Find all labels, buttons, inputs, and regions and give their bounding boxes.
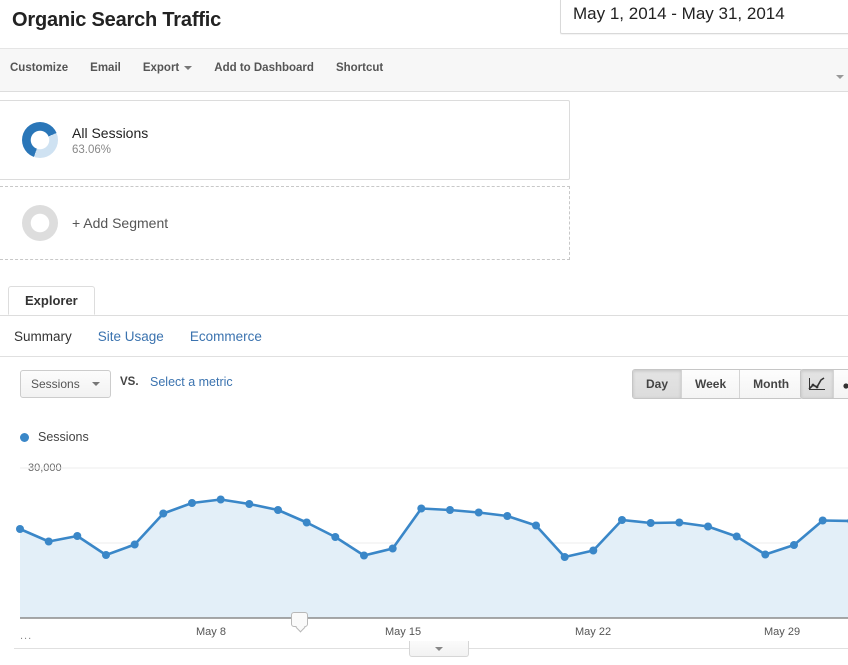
segment-percent: 63.06% bbox=[72, 144, 148, 156]
line-chart-glyph bbox=[808, 377, 826, 391]
data-point[interactable] bbox=[188, 499, 196, 507]
data-point[interactable] bbox=[618, 516, 626, 524]
report-toolbar: Customize Email Export Add to Dashboard … bbox=[0, 48, 848, 92]
tab-explorer[interactable]: Explorer bbox=[8, 286, 95, 315]
date-range-label: May 1, 2014 - May 31, 2014 bbox=[573, 4, 785, 24]
vs-label: VS. bbox=[120, 376, 139, 388]
segment-all-sessions[interactable]: All Sessions 63.06% bbox=[0, 100, 570, 180]
data-point[interactable] bbox=[532, 522, 540, 530]
chevron-down-icon bbox=[836, 75, 844, 79]
x-axis-tick-may-15: May 15 bbox=[385, 626, 421, 638]
line-chart-icon[interactable] bbox=[801, 370, 834, 398]
export-label: Export bbox=[143, 62, 179, 74]
page-title: Organic Search Traffic bbox=[12, 9, 221, 32]
segment-text: All Sessions 63.06% bbox=[72, 124, 148, 157]
data-point[interactable] bbox=[274, 506, 282, 514]
data-point[interactable] bbox=[45, 538, 53, 546]
legend-label-sessions: Sessions bbox=[38, 430, 89, 444]
data-point[interactable] bbox=[503, 512, 511, 520]
subnav-item-ecommerce[interactable]: Ecommerce bbox=[190, 329, 262, 344]
export-button[interactable]: Export bbox=[143, 62, 192, 74]
data-point[interactable] bbox=[733, 533, 741, 541]
chevron-down-icon bbox=[184, 66, 192, 70]
subnav-ecommerce-label: Ecommerce bbox=[190, 329, 262, 344]
data-point[interactable] bbox=[561, 553, 569, 561]
chevron-down-icon bbox=[92, 382, 100, 386]
data-point[interactable] bbox=[102, 551, 110, 559]
toolbar-overflow-button[interactable] bbox=[836, 66, 846, 74]
toolbar-items: Customize Email Export Add to Dashboard … bbox=[10, 62, 383, 74]
chevron-down-icon bbox=[435, 647, 443, 651]
report-subnav: Summary Site Usage Ecommerce bbox=[0, 316, 848, 357]
subnav-item-summary[interactable]: Summary bbox=[14, 329, 72, 344]
data-point[interactable] bbox=[790, 541, 798, 549]
metric-select-dropdown[interactable]: Sessions bbox=[20, 370, 111, 398]
customize-button[interactable]: Customize bbox=[10, 62, 68, 74]
x-axis-tick-may-8: May 8 bbox=[196, 626, 226, 638]
data-point[interactable] bbox=[704, 523, 712, 531]
data-point[interactable] bbox=[331, 533, 339, 541]
data-point[interactable] bbox=[360, 552, 368, 560]
granularity-month-button[interactable]: Month bbox=[740, 370, 802, 398]
subnav-summary-label: Summary bbox=[14, 329, 72, 344]
data-point[interactable] bbox=[417, 505, 425, 513]
add-segment-button[interactable]: + Add Segment bbox=[0, 186, 570, 260]
chart-controls: Sessions VS. Select a metric Day Week Mo… bbox=[0, 357, 848, 413]
x-axis-overflow-ellipsis: ... bbox=[20, 630, 32, 642]
data-point[interactable] bbox=[446, 506, 454, 514]
data-point[interactable] bbox=[389, 545, 397, 553]
chart-type-button-group bbox=[800, 369, 848, 399]
granularity-button-group: Day Week Month bbox=[632, 369, 803, 399]
granularity-week-label: Week bbox=[695, 377, 726, 391]
data-point[interactable] bbox=[131, 541, 139, 549]
granularity-day-label: Day bbox=[646, 377, 668, 391]
email-button[interactable]: Email bbox=[90, 62, 121, 74]
data-point[interactable] bbox=[475, 509, 483, 517]
data-point[interactable] bbox=[647, 519, 655, 527]
subnav-item-site-usage[interactable]: Site Usage bbox=[98, 329, 164, 344]
segment-donut-icon bbox=[22, 122, 58, 158]
shortcut-button[interactable]: Shortcut bbox=[336, 62, 383, 74]
date-range-picker[interactable]: May 1, 2014 - May 31, 2014 bbox=[560, 0, 848, 34]
explorer-tab-bar: Explorer bbox=[0, 286, 848, 316]
data-point[interactable] bbox=[245, 500, 253, 508]
data-point[interactable] bbox=[819, 517, 827, 525]
subnav-site-usage-label: Site Usage bbox=[98, 329, 164, 344]
chart-legend: Sessions bbox=[20, 430, 89, 444]
empty-donut-icon bbox=[22, 205, 58, 241]
select-a-metric-link[interactable]: Select a metric bbox=[150, 375, 233, 389]
collapse-chart-button[interactable] bbox=[409, 641, 469, 657]
shortcut-label: Shortcut bbox=[336, 62, 383, 74]
sessions-line-chart[interactable] bbox=[0, 452, 848, 627]
series-area-sessions bbox=[20, 500, 848, 619]
add-to-dashboard-button[interactable]: Add to Dashboard bbox=[214, 62, 314, 74]
data-point[interactable] bbox=[217, 496, 225, 504]
x-axis-tick-may-22: May 22 bbox=[575, 626, 611, 638]
add-to-dashboard-label: Add to Dashboard bbox=[214, 62, 314, 74]
tab-explorer-label: Explorer bbox=[25, 293, 78, 308]
data-point[interactable] bbox=[73, 532, 81, 540]
data-point[interactable] bbox=[303, 519, 311, 527]
granularity-month-label: Month bbox=[753, 377, 789, 391]
granularity-day-button[interactable]: Day bbox=[633, 370, 682, 398]
legend-dot-icon bbox=[20, 433, 29, 442]
granularity-week-button[interactable]: Week bbox=[682, 370, 740, 398]
segment-name: All Sessions bbox=[72, 124, 148, 143]
metric-select-value: Sessions bbox=[31, 377, 80, 391]
segments-area: All Sessions 63.06% + Add Segment bbox=[0, 92, 848, 260]
data-point[interactable] bbox=[761, 551, 769, 559]
chart-plot-area bbox=[0, 452, 848, 627]
motion-chart-glyph bbox=[841, 377, 848, 391]
customize-label: Customize bbox=[10, 62, 68, 74]
add-segment-label: + Add Segment bbox=[72, 215, 168, 231]
email-label: Email bbox=[90, 62, 121, 74]
data-point[interactable] bbox=[589, 547, 597, 555]
data-point[interactable] bbox=[675, 519, 683, 527]
motion-chart-icon[interactable] bbox=[834, 370, 848, 398]
x-axis-tick-may-29: May 29 bbox=[764, 626, 800, 638]
page-header: Organic Search Traffic May 1, 2014 - May… bbox=[0, 0, 848, 48]
data-point[interactable] bbox=[16, 525, 24, 533]
data-point[interactable] bbox=[159, 510, 167, 518]
